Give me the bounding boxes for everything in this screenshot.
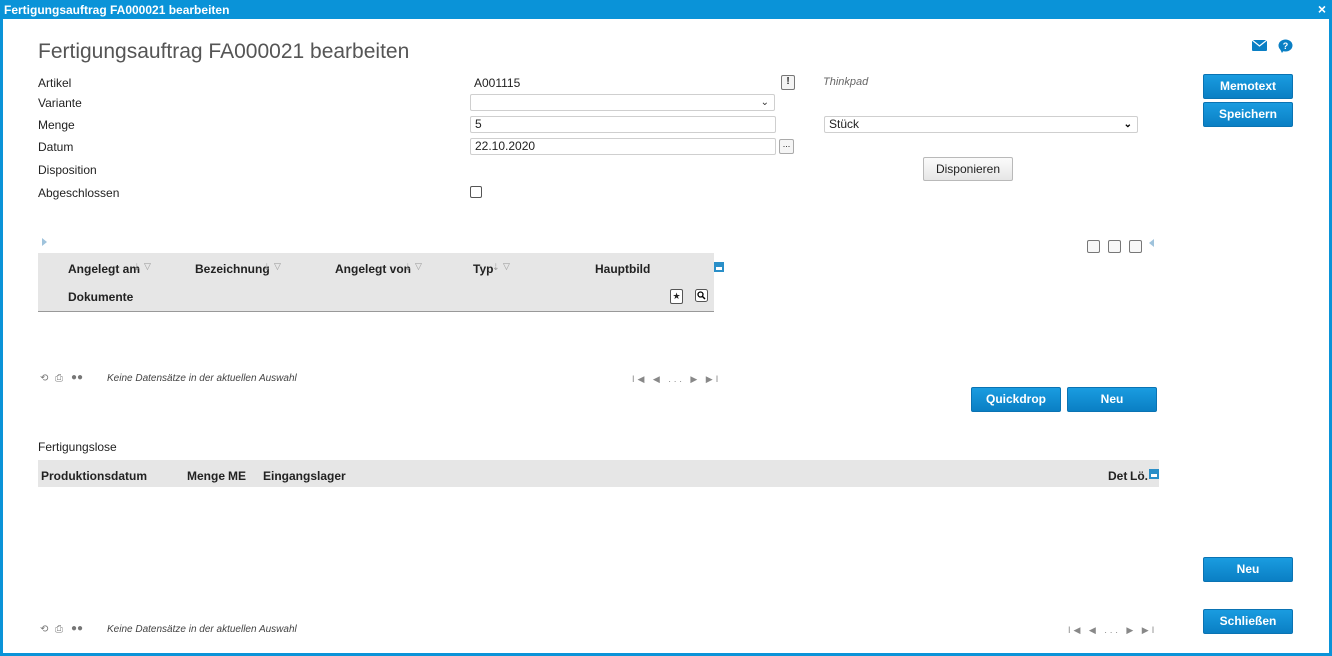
refresh-icon[interactable]: ⟲ xyxy=(40,373,48,384)
col-menge[interactable]: Menge xyxy=(187,469,225,483)
sort-icon[interactable]: ⇣ xyxy=(133,262,141,273)
dots-icon[interactable]: ●● xyxy=(71,623,83,634)
lots-status: Keine Datensätze in der aktuellen Auswah… xyxy=(107,624,297,635)
mail-icon[interactable] xyxy=(1252,40,1267,51)
print-icon[interactable]: ⎙ xyxy=(55,373,63,384)
lots-section-label: Fertigungslose xyxy=(38,440,117,454)
disposition-label: Disposition xyxy=(38,163,97,177)
memotext-button[interactable]: Memotext xyxy=(1203,74,1293,99)
close-icon[interactable]: × xyxy=(1318,1,1326,17)
page-title: Fertigungsauftrag FA000021 bearbeiten xyxy=(38,40,410,63)
col-hauptbild[interactable]: Hauptbild xyxy=(595,262,650,276)
search-icon[interactable] xyxy=(695,289,708,302)
lots-new-button[interactable]: Neu xyxy=(1203,557,1293,582)
window-titlebar: Fertigungsauftrag FA000021 bearbeiten × xyxy=(0,0,1332,19)
quickdrop-button[interactable]: Quickdrop xyxy=(971,387,1061,412)
menge-label: Menge xyxy=(38,118,75,132)
col-me[interactable]: ME xyxy=(228,469,246,483)
image-column-icon[interactable] xyxy=(714,262,724,272)
documents-row-label: Dokumente xyxy=(68,290,134,304)
layout-icon[interactable] xyxy=(1129,240,1142,253)
col-eingangslager[interactable]: Eingangslager xyxy=(263,469,346,483)
column-chooser-icon[interactable] xyxy=(1087,240,1100,253)
collapse-right-icon[interactable] xyxy=(1149,239,1154,247)
documents-status: Keine Datensätze in der aktuellen Auswah… xyxy=(107,373,297,384)
chevron-down-icon: ⌄ xyxy=(760,97,769,108)
unit-value: Stück xyxy=(829,117,860,131)
artikel-description: Thinkpad xyxy=(823,76,869,88)
sort-icon[interactable]: ⇣ xyxy=(404,262,412,273)
schliessen-button[interactable]: Schließen xyxy=(1203,609,1293,634)
col-angelegt-von[interactable]: Angelegt von xyxy=(335,262,411,276)
window-title: Fertigungsauftrag FA000021 bearbeiten xyxy=(4,3,230,17)
col-angelegt-am[interactable]: Angelegt am xyxy=(68,262,140,276)
artikel-label: Artikel xyxy=(38,76,72,90)
print-icon[interactable]: ⎙ xyxy=(55,624,63,635)
filter-icon[interactable]: ▽ xyxy=(274,261,281,272)
menge-field[interactable]: 5 xyxy=(470,116,776,133)
speichern-button[interactable]: Speichern xyxy=(1203,102,1293,127)
image-column-icon[interactable] xyxy=(1149,469,1159,479)
col-typ[interactable]: Typ xyxy=(473,262,493,276)
documents-new-button[interactable]: Neu xyxy=(1067,387,1157,412)
star-icon[interactable]: ★ xyxy=(670,289,683,304)
variante-select[interactable]: ⌄ xyxy=(470,94,775,111)
filter-icon[interactable]: ▽ xyxy=(415,261,422,272)
variante-label: Variante xyxy=(38,96,82,110)
col-produktionsdatum[interactable]: Produktionsdatum xyxy=(41,469,147,483)
abgeschlossen-label: Abgeschlossen xyxy=(38,186,120,200)
filter-icon[interactable]: ▽ xyxy=(503,261,510,272)
chevron-down-icon: ⌄ xyxy=(1123,119,1132,130)
expand-left-icon[interactable] xyxy=(42,238,47,246)
svg-text:?: ? xyxy=(1283,41,1289,51)
date-picker-button[interactable]: ... xyxy=(779,139,794,154)
dots-icon[interactable]: ●● xyxy=(71,372,83,383)
col-bezeichnung[interactable]: Bezeichnung xyxy=(195,262,270,276)
artikel-info-button[interactable]: ! xyxy=(781,75,795,90)
artikel-field[interactable]: A001115 xyxy=(474,76,520,90)
col-det[interactable]: Det xyxy=(1108,469,1127,483)
abgeschlossen-checkbox[interactable] xyxy=(470,186,482,198)
documents-pager[interactable]: I◀ ◀ ... ▶ ▶I xyxy=(632,374,721,385)
help-icon[interactable]: ? xyxy=(1278,39,1293,53)
save-layout-icon[interactable] xyxy=(1108,240,1121,253)
disponieren-button[interactable]: Disponieren xyxy=(923,157,1013,181)
datum-label: Datum xyxy=(38,140,74,154)
datum-field[interactable]: 22.10.2020 xyxy=(470,138,776,155)
refresh-icon[interactable]: ⟲ xyxy=(40,624,48,635)
lots-pager[interactable]: I◀ ◀ ... ▶ ▶I xyxy=(1068,625,1157,636)
unit-select[interactable]: Stück ⌄ xyxy=(824,116,1138,133)
sort-icon[interactable]: ⇣ xyxy=(492,262,500,273)
col-loeschen[interactable]: Lö. xyxy=(1130,469,1148,483)
filter-icon[interactable]: ▽ xyxy=(144,261,151,272)
sort-icon[interactable]: ⇣ xyxy=(263,262,271,273)
